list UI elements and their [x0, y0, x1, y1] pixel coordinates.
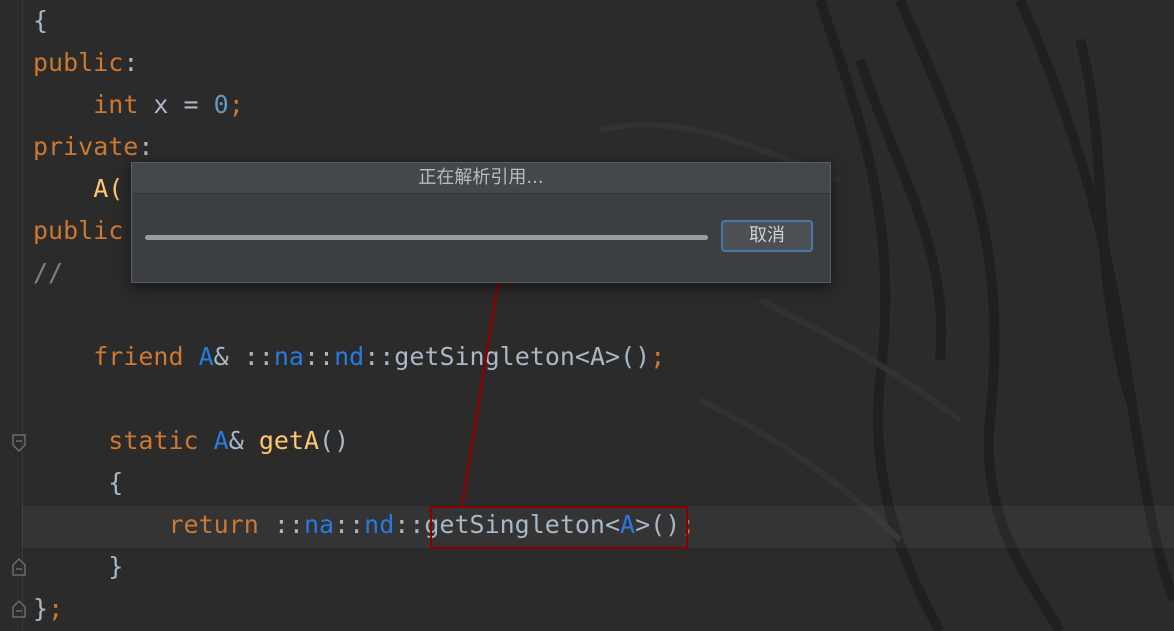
code-token: ; [48, 594, 64, 623]
code-token: private [33, 132, 139, 161]
code-line[interactable]: { [33, 462, 695, 504]
code-token: x = [138, 90, 214, 119]
code-line[interactable]: { [33, 0, 695, 42]
code-token: } [33, 594, 49, 623]
code-token: ; [650, 342, 666, 371]
code-token: int [93, 90, 139, 119]
code-token: { [33, 468, 124, 497]
code-token: & [228, 426, 259, 455]
code-token: nd [364, 510, 395, 539]
code-token: getA [258, 426, 320, 455]
fold-icon[interactable] [11, 599, 27, 619]
code-token: 0 [213, 90, 229, 119]
code-token: :: [334, 510, 365, 539]
progress-bar [145, 235, 708, 240]
code-token: : [138, 132, 154, 161]
code-line[interactable]: public: [33, 42, 695, 84]
code-token: & :: [213, 342, 274, 371]
code-line[interactable]: }; [33, 588, 695, 630]
code-token: } [33, 552, 124, 581]
code-token: return [168, 510, 259, 539]
code-token: :: [258, 510, 304, 539]
dialog-title: 正在解析引用... [132, 163, 830, 194]
code-line[interactable] [33, 294, 695, 336]
code-token: { [33, 6, 49, 35]
code-token: () [319, 426, 350, 455]
editor-gutter [0, 0, 23, 631]
code-token: na [273, 342, 304, 371]
fold-icon[interactable] [11, 557, 27, 577]
code-line[interactable]: int x = 0; [33, 84, 695, 126]
code-token: A [198, 342, 214, 371]
code-token: na [303, 510, 335, 539]
code-token: friend [93, 342, 184, 371]
code-token: // [33, 258, 64, 287]
code-line[interactable]: } [33, 546, 695, 588]
resolving-references-dialog: 正在解析引用... 取消 [131, 162, 831, 283]
code-token: public [33, 216, 124, 245]
code-token: ; [228, 90, 244, 119]
code-line[interactable]: friend A& ::na::nd::getSingleton<A>(); [33, 336, 695, 378]
fold-icon[interactable] [11, 433, 27, 453]
code-token: :: [303, 342, 335, 371]
code-token: ::getSingleton<A>() [364, 342, 651, 371]
progress-fill [145, 235, 708, 240]
code-token: static [108, 426, 199, 455]
code-line[interactable]: static A& getA() [33, 420, 695, 462]
code-token: A( [93, 174, 124, 203]
code-token: public [33, 48, 124, 77]
code-token: nd [334, 342, 365, 371]
cancel-button[interactable]: 取消 [721, 220, 813, 252]
annotation-highlight-box [430, 506, 688, 549]
code-token: : [123, 48, 139, 77]
code-line[interactable] [33, 378, 695, 420]
code-token: A [213, 426, 229, 455]
